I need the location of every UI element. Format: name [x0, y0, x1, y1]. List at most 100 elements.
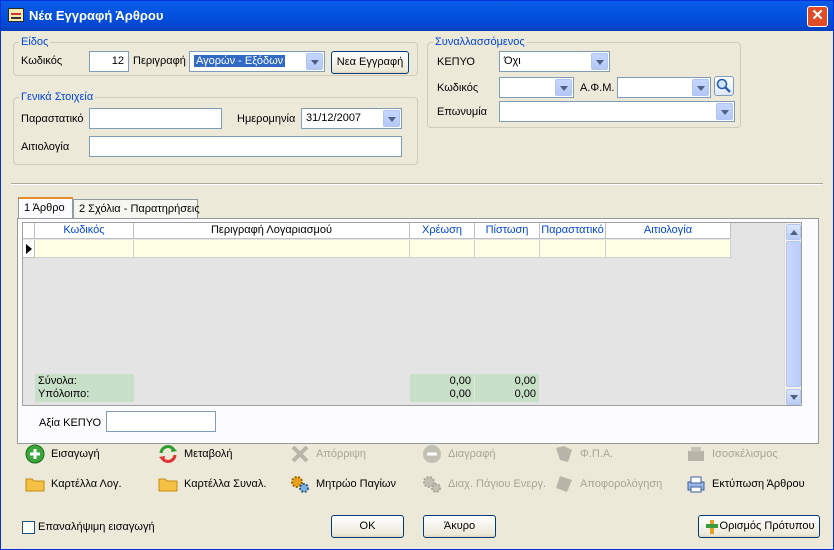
reason-field[interactable]	[89, 136, 402, 157]
ok-button[interactable]: OK	[331, 515, 404, 538]
kepyo-select-value: Όχι	[504, 55, 521, 67]
vat-icon	[556, 446, 572, 462]
refresh-icon	[159, 445, 177, 463]
balance-debit-value: 0,00	[449, 388, 471, 400]
gears-icon	[291, 476, 309, 493]
totals-debit-value: 0,00	[449, 375, 471, 387]
date-value: 31/12/2007	[306, 112, 362, 124]
depreciation-label: Αποφορολόγηση	[580, 478, 663, 490]
afm-label: Α.Φ.Μ.	[580, 82, 615, 94]
chevron-down-icon[interactable]	[383, 110, 400, 127]
column-header-document[interactable]: Παραστατικό	[540, 223, 606, 239]
column-header-code[interactable]: Κωδικός	[35, 223, 134, 239]
tab-panel: Κωδικός Περιγραφή Λογαριασμού Χρέωση Πίσ…	[17, 218, 819, 444]
chevron-down-icon[interactable]	[306, 53, 323, 70]
chevron-down-icon[interactable]	[716, 103, 733, 120]
separator	[11, 183, 823, 185]
eidos-description-select[interactable]: Αγορών - Εξόδων	[189, 51, 325, 72]
tab-comments[interactable]: 2 Σχόλια - Παρατηρήσεις	[73, 199, 200, 219]
grid-cell-credit[interactable]	[475, 240, 540, 258]
printer-icon	[687, 476, 705, 493]
repeat-entry-checkbox[interactable]	[22, 521, 35, 534]
grid-cell-reason[interactable]	[606, 240, 731, 258]
title-bar: Νέα Εγγραφή Άρθρου ✕	[1, 1, 833, 31]
row-indicator-icon	[23, 240, 35, 258]
window-title: Νέα Εγγραφή Άρθρου	[29, 8, 164, 23]
chevron-down-icon[interactable]	[591, 53, 608, 70]
cancel-button[interactable]: Άκυρο	[423, 515, 496, 538]
pin-icon	[706, 520, 718, 534]
eidos-description-value: Αγορών - Εξόδων	[194, 55, 286, 67]
column-header-debit[interactable]: Χρέωση	[410, 223, 475, 239]
search-icon[interactable]	[714, 76, 734, 96]
vertical-scrollbar[interactable]	[784, 223, 801, 405]
chevron-down-icon[interactable]	[692, 79, 709, 96]
delete-label: Διαγραφή	[448, 448, 496, 460]
template-button[interactable]: Ορισμός Πρότυπου	[698, 515, 820, 538]
dialog-window: Νέα Εγγραφή Άρθρου ✕ Είδος Κωδικός 12 Πε…	[0, 0, 834, 550]
chevron-down-icon[interactable]	[555, 79, 572, 96]
close-button[interactable]: ✕	[807, 6, 828, 27]
reject-label: Απόρριψη	[316, 448, 366, 460]
afm-select[interactable]	[617, 77, 711, 98]
totals-debit: 0,00 0,00	[410, 374, 474, 402]
balance-credit-value: 0,00	[514, 388, 536, 400]
document-icon	[556, 476, 572, 492]
column-header-description[interactable]: Περιγραφή Λογαριασμού	[134, 223, 410, 239]
gears-icon	[423, 476, 441, 493]
column-header-reason[interactable]: Αιτιολογία	[606, 223, 731, 239]
minus-icon	[423, 445, 441, 463]
party-card-label: Καρτέλλα Συναλ.	[184, 478, 267, 490]
grid-row-header-corner	[23, 223, 35, 239]
kepyo-select[interactable]: Όχι	[499, 51, 610, 72]
eidos-group-label: Είδος	[19, 36, 51, 48]
kepyo-label: ΚΕΠΥΟ	[437, 56, 475, 68]
grid-cell-code[interactable]	[35, 240, 134, 258]
kepyo-value-label: Αξία ΚΕΠΥΟ	[39, 417, 102, 429]
column-header-credit[interactable]: Πίστωση	[475, 223, 540, 239]
asset-management-label: Διαχ. Πάγιου Ενεργ.	[448, 478, 547, 490]
document-field[interactable]	[89, 108, 222, 129]
party-code-select[interactable]	[499, 77, 574, 98]
grid-cell-document[interactable]	[540, 240, 606, 258]
repeat-entry-label: Επαναλήψιμη εισαγωγή	[38, 521, 155, 533]
scroll-down-icon[interactable]	[786, 389, 801, 405]
insert-label: Εισαγωγή	[51, 448, 100, 460]
template-label: Ορισμός Πρότυπου	[719, 520, 815, 532]
totals-label: Σύνολα:	[38, 375, 77, 387]
tab-article[interactable]: 1 Άρθρο	[18, 197, 73, 219]
plus-icon	[25, 444, 45, 464]
totals-credit: 0,00 0,00	[475, 374, 539, 402]
asset-register-label: Μητρώο Παγίων	[316, 478, 396, 490]
scroll-thumb[interactable]	[786, 241, 801, 387]
account-card-label: Καρτέλλα Λογ.	[51, 478, 122, 490]
eidos-description-label: Περιγραφή	[133, 55, 186, 67]
totals-credit-value: 0,00	[514, 375, 536, 387]
folder-icon	[158, 478, 178, 492]
balance-icon	[688, 447, 704, 461]
counterparty-group-label: Συναλλασσόμενος	[433, 36, 527, 48]
grid-cell-debit[interactable]	[410, 240, 475, 258]
date-picker[interactable]: 31/12/2007	[301, 108, 402, 129]
totals-labels: Σύνολα: Υπόλοιπο:	[35, 374, 134, 402]
modify-label: Μεταβολή	[184, 448, 233, 460]
reason-label: Αιτιολογία	[21, 141, 70, 153]
entries-grid[interactable]: Κωδικός Περιγραφή Λογαριασμού Χρέωση Πίσ…	[22, 222, 802, 406]
kepyo-value-field[interactable]	[106, 411, 216, 432]
balance-label-text: Ισοσκέλισμος	[712, 448, 778, 460]
eidos-code-field[interactable]: 12	[89, 51, 129, 72]
x-icon	[291, 445, 309, 463]
general-group-label: Γενικά Στοιχεία	[19, 91, 96, 103]
new-entry-button[interactable]: Νεα Εγγραφή	[331, 51, 409, 74]
party-code-label: Κωδικός	[437, 82, 479, 94]
document-label: Παραστατικό	[21, 113, 84, 125]
scroll-up-icon[interactable]	[786, 224, 801, 240]
eidos-code-label: Κωδικός	[21, 55, 63, 67]
date-label: Ημερομηνία	[237, 113, 296, 125]
app-icon	[8, 8, 24, 22]
folder-icon	[25, 478, 45, 492]
grid-cell-description[interactable]	[134, 240, 410, 258]
vat-label: Φ.Π.Α.	[580, 448, 614, 460]
balance-label: Υπόλοιπο:	[38, 388, 90, 400]
name-select[interactable]	[499, 101, 735, 122]
